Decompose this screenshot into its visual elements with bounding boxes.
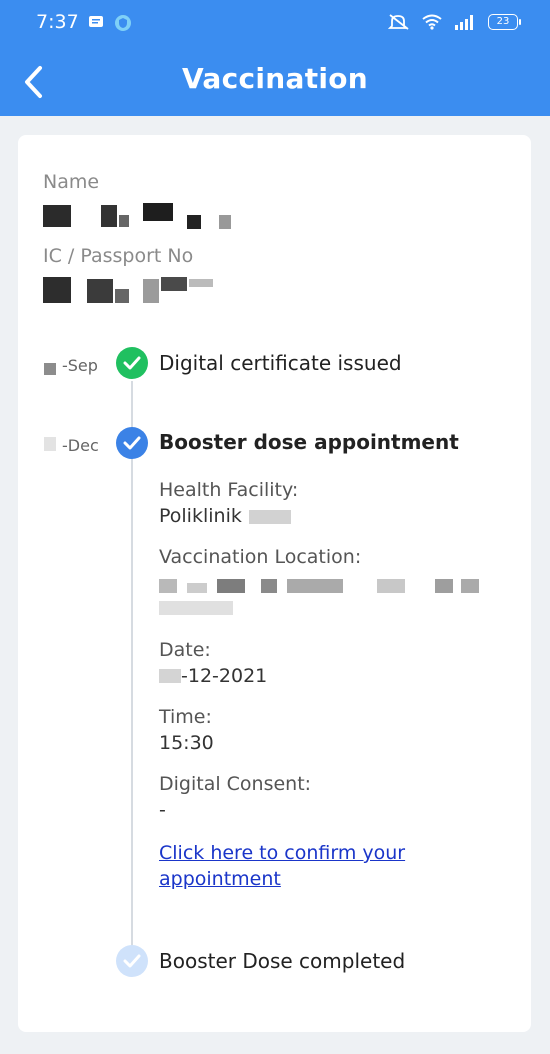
date-value: -12-2021: [181, 665, 268, 687]
timeline-title: Digital certificate issued: [159, 351, 402, 375]
app-bar: Vaccination: [0, 48, 550, 116]
consent-value: -: [159, 799, 166, 821]
vaccination-card: Name IC / Passport No -Sep Digital certi…: [18, 135, 531, 1032]
check-circle-icon: [116, 347, 148, 379]
facility-label: Health Facility:: [159, 479, 299, 501]
battery-icon: 23: [488, 14, 521, 30]
mute-icon: [388, 14, 409, 30]
shield-app-icon: [115, 15, 131, 31]
date-redacted: [44, 363, 56, 375]
timeline-date: -Dec: [62, 436, 99, 455]
check-circle-icon: [116, 427, 148, 459]
page-title: Vaccination: [181, 62, 369, 95]
time-value: 15:30: [159, 732, 214, 754]
date-redacted: [44, 437, 56, 451]
timeline-title: Booster Dose completed: [159, 949, 406, 973]
status-bar: 7:37 23: [0, 0, 550, 48]
facility-redacted: [249, 510, 291, 524]
name-label: Name: [43, 171, 100, 193]
timeline-title: Booster dose appointment: [159, 430, 459, 454]
message-icon: [89, 16, 103, 27]
confirm-appointment-link[interactable]: Click here to confirm your appointment: [159, 840, 459, 892]
status-time: 7:37: [36, 11, 79, 33]
check-circle-icon: [116, 945, 148, 977]
facility-value: Poliklinik: [159, 505, 242, 527]
wifi-icon: [422, 14, 442, 30]
signal-icon: [455, 15, 473, 30]
timeline-date: -Sep: [62, 356, 98, 375]
passport-label: IC / Passport No: [43, 245, 194, 267]
location-label: Vaccination Location:: [159, 546, 362, 568]
timeline-line: [131, 381, 133, 951]
date-redacted: [159, 669, 181, 683]
consent-label: Digital Consent:: [159, 773, 312, 795]
time-label: Time:: [159, 706, 212, 728]
date-label: Date:: [159, 639, 211, 661]
